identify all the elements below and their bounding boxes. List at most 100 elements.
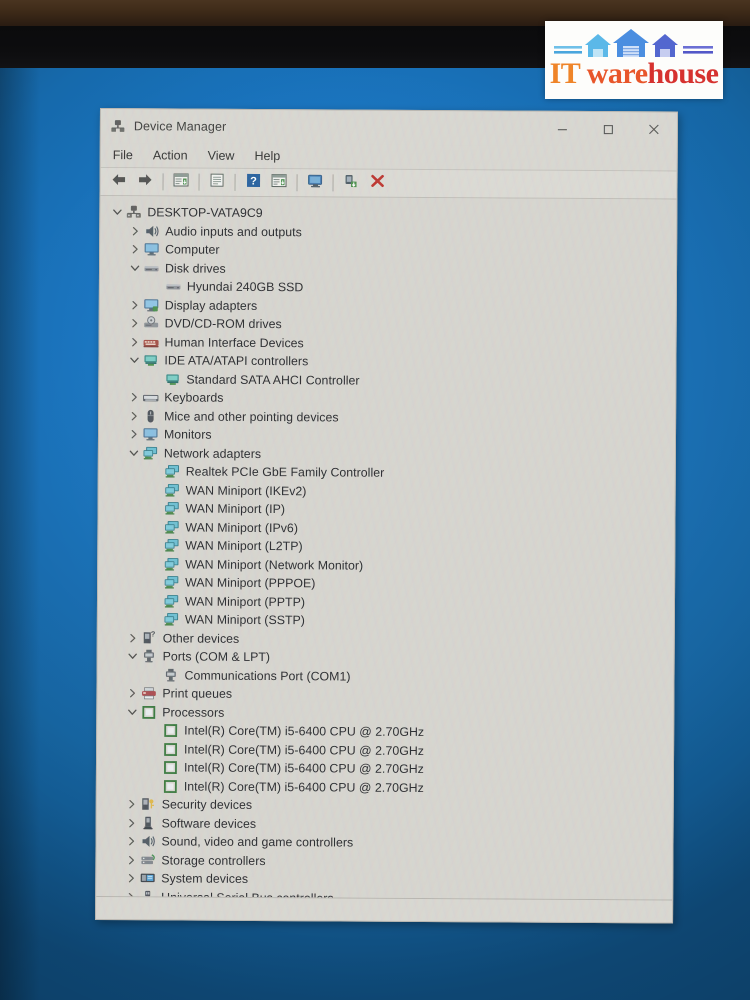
keyboard-icon <box>142 390 159 406</box>
tree-item-label: Other devices <box>163 631 240 645</box>
disk-drive-icon <box>165 279 182 295</box>
status-bar <box>96 896 672 924</box>
port-icon <box>141 649 158 665</box>
chevron-right-icon[interactable] <box>127 297 143 313</box>
logo-text: IT warehouse <box>545 57 723 91</box>
close-button[interactable] <box>631 112 677 146</box>
network-adapter-icon <box>163 538 180 554</box>
menu-bar[interactable]: File Action View Help <box>101 143 677 172</box>
chevron-down-icon[interactable] <box>126 352 142 368</box>
printer-icon <box>140 686 157 702</box>
chevron-down-icon[interactable] <box>109 204 125 220</box>
properties-button[interactable] <box>168 170 193 194</box>
tree-item-label: Processors <box>162 705 224 719</box>
scan-hardware-button[interactable] <box>302 171 327 195</box>
chevron-right-icon[interactable] <box>124 815 140 831</box>
svg-text:?: ? <box>250 175 257 187</box>
port-icon <box>162 667 179 683</box>
window-title: Device Manager <box>134 119 227 134</box>
network-adapter-icon <box>163 556 180 572</box>
tree-item-label: Disk drives <box>165 261 226 275</box>
chevron-right-icon[interactable] <box>126 389 142 405</box>
tree-item-label: Print queues <box>162 687 232 701</box>
network-adapter-icon <box>163 519 180 535</box>
storage-controller-icon <box>139 852 156 868</box>
tree-item-label: Ports (COM & LPT) <box>163 650 271 665</box>
tree-item-label: WAN Miniport (PPTP) <box>185 594 305 609</box>
tree-item-label: Display adapters <box>165 298 257 313</box>
tree-item-label: Intel(R) Core(TM) i5-6400 CPU @ 2.70GHz <box>184 742 424 757</box>
tree-item-label: Security devices <box>162 798 252 813</box>
help-button[interactable]: ? <box>240 170 265 194</box>
chevron-right-icon[interactable] <box>123 852 139 868</box>
tree-item-label: WAN Miniport (L2TP) <box>185 539 302 554</box>
device-manager-icon <box>110 118 126 134</box>
watermark-logo: IT warehouse <box>545 21 723 99</box>
speaker-icon <box>139 834 156 850</box>
network-adapter-icon <box>164 464 181 480</box>
maximize-button[interactable] <box>585 112 631 146</box>
uninstall-device-button[interactable] <box>364 171 389 195</box>
device-tree[interactable]: DESKTOP-VATA9C9Audio inputs and outputsC… <box>96 196 676 900</box>
tree-item-label: Human Interface Devices <box>165 335 304 350</box>
chevron-right-icon[interactable] <box>127 241 143 257</box>
scan-monitor-icon <box>306 173 324 193</box>
toolbar-separator <box>198 174 199 191</box>
properties-icon <box>172 172 189 192</box>
chevron-right-icon[interactable] <box>123 870 139 886</box>
back-button[interactable] <box>106 170 131 194</box>
tree-item-label: WAN Miniport (IKEv2) <box>186 483 307 498</box>
menu-view[interactable]: View <box>208 149 246 163</box>
chevron-right-icon[interactable] <box>127 223 143 239</box>
software-device-icon <box>140 815 157 831</box>
logo-houses-graphic <box>545 27 723 61</box>
chevron-down-icon[interactable] <box>125 648 141 664</box>
chevron-right-icon[interactable] <box>125 630 141 646</box>
chevron-down-icon[interactable] <box>127 260 143 276</box>
tree-item-label: Storage controllers <box>161 853 265 868</box>
toolbar-separator <box>332 174 333 191</box>
chevron-right-icon[interactable] <box>127 334 143 350</box>
computer-root-icon <box>125 204 142 220</box>
menu-file[interactable]: File <box>113 148 144 162</box>
chevron-down-icon[interactable] <box>126 445 142 461</box>
tree-item-label: Hyundai 240GB SSD <box>187 280 303 295</box>
optical-drive-icon <box>143 316 160 332</box>
toolbar[interactable]: ? <box>100 168 676 200</box>
chevron-down-icon[interactable] <box>124 704 140 720</box>
network-adapter-icon <box>142 445 159 461</box>
menu-action[interactable]: Action <box>153 148 199 162</box>
tree-item-label: DVD/CD-ROM drives <box>165 317 282 332</box>
tree-item-label: Intel(R) Core(TM) i5-6400 CPU @ 2.70GHz <box>184 761 424 776</box>
title-bar[interactable]: Device Manager <box>101 109 677 147</box>
show-hidden-button[interactable] <box>204 170 229 194</box>
forward-button[interactable] <box>132 170 157 194</box>
chevron-right-icon[interactable] <box>126 426 142 442</box>
enable-device-button[interactable] <box>338 171 363 195</box>
toolbar-separator <box>296 174 297 191</box>
tree-item-label: Intel(R) Core(TM) i5-6400 CPU @ 2.70GHz <box>184 779 424 794</box>
menu-help[interactable]: Help <box>254 149 291 163</box>
minimize-button[interactable] <box>539 112 585 146</box>
processor-icon <box>162 741 179 757</box>
network-adapter-icon <box>163 575 180 591</box>
tree-item-label: WAN Miniport (Network Monitor) <box>185 557 363 572</box>
chevron-right-icon[interactable] <box>127 315 143 331</box>
chevron-right-icon[interactable] <box>123 833 139 849</box>
device-manager-window[interactable]: Device Manager File Action View <box>95 108 678 924</box>
tree-item-label: WAN Miniport (PPPOE) <box>185 576 315 591</box>
system-device-icon <box>139 871 156 887</box>
mouse-icon <box>142 408 159 424</box>
network-adapter-icon <box>163 612 180 628</box>
other-device-icon: ? <box>141 630 158 646</box>
update-driver-button[interactable] <box>266 171 291 195</box>
network-adapter-icon <box>164 482 181 498</box>
chevron-right-icon[interactable] <box>124 685 140 701</box>
tree-item-label: Software devices <box>162 816 257 831</box>
chevron-right-icon[interactable] <box>126 408 142 424</box>
processor-icon <box>140 704 157 720</box>
chevron-right-icon[interactable] <box>124 796 140 812</box>
tree-item-label: Keyboards <box>164 391 223 405</box>
document-icon <box>208 172 225 192</box>
forward-arrow-icon <box>136 172 153 192</box>
